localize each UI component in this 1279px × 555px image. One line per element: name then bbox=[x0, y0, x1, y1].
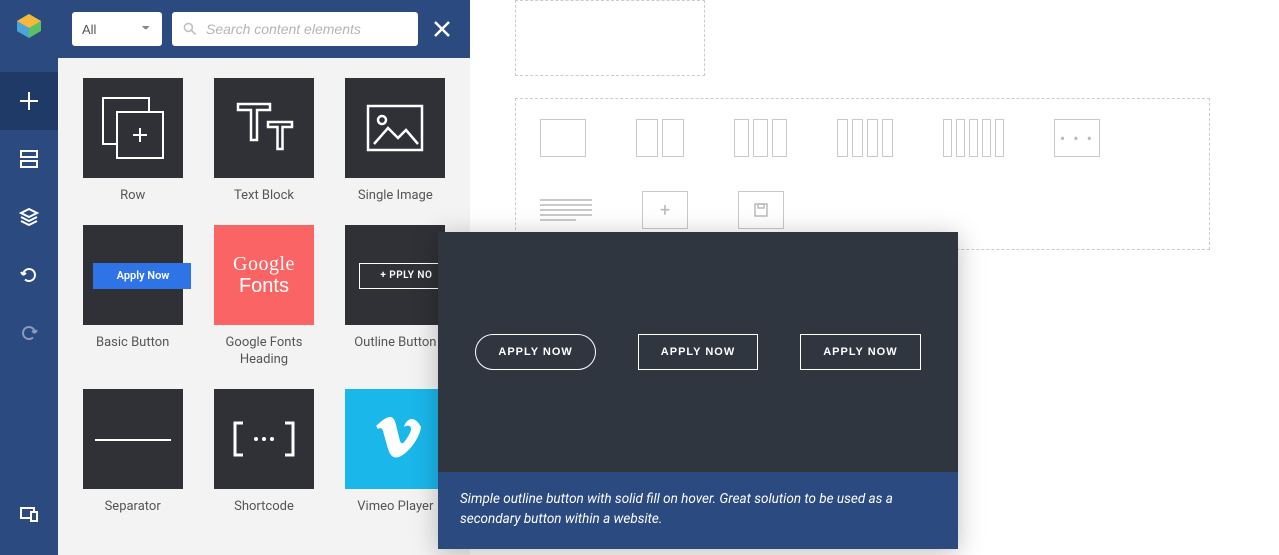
element-separator[interactable]: Separator bbox=[74, 389, 191, 516]
element-google-fonts-heading[interactable]: Google Fonts Google Fonts Heading bbox=[205, 225, 322, 369]
close-panel-button[interactable] bbox=[428, 15, 456, 43]
element-single-image[interactable]: Single Image bbox=[337, 78, 454, 205]
element-outline-button-thumb: +PPLY NO bbox=[345, 225, 445, 325]
element-single-image-thumb bbox=[345, 78, 445, 178]
category-filter[interactable]: All bbox=[72, 12, 162, 46]
element-basic-button-label: Basic Button bbox=[96, 335, 169, 352]
preview-button-square-2[interactable]: APPLY NOW bbox=[800, 334, 920, 370]
element-text-block-thumb bbox=[214, 78, 314, 178]
templates-button[interactable] bbox=[0, 130, 58, 188]
element-vimeo-thumb bbox=[345, 389, 445, 489]
element-row-label: Row bbox=[120, 188, 145, 205]
element-outline-button-label: Outline Button bbox=[354, 335, 436, 352]
redo-icon bbox=[19, 323, 39, 343]
layout-template[interactable] bbox=[738, 191, 784, 229]
elements-panel: All Row Text Block bbox=[58, 0, 470, 555]
element-single-image-label: Single Image bbox=[358, 188, 433, 205]
redo-button[interactable] bbox=[0, 304, 58, 362]
row-layout-chooser: • • • + bbox=[515, 98, 1210, 250]
layers-button[interactable] bbox=[0, 188, 58, 246]
layout-3col[interactable] bbox=[734, 119, 787, 157]
element-row-thumb bbox=[83, 78, 183, 178]
add-element-button[interactable] bbox=[0, 72, 58, 130]
element-vimeo-player[interactable]: Vimeo Player bbox=[337, 389, 454, 516]
gfonts-line1: Google bbox=[233, 253, 295, 275]
app-logo bbox=[13, 10, 45, 42]
element-vimeo-label: Vimeo Player bbox=[357, 499, 433, 516]
gfonts-line2: Fonts bbox=[239, 275, 289, 297]
element-text-block[interactable]: Text Block bbox=[205, 78, 322, 205]
close-icon bbox=[433, 20, 451, 38]
layout-add[interactable]: + bbox=[642, 191, 688, 229]
preview-body: APPLY NOW APPLY NOW APPLY NOW bbox=[438, 232, 958, 472]
element-outline-button[interactable]: +PPLY NO Outline Button bbox=[337, 225, 454, 369]
element-shortcode-label: Shortcode bbox=[234, 499, 294, 516]
layout-2col[interactable] bbox=[636, 119, 684, 157]
element-shortcode[interactable]: Shortcode bbox=[205, 389, 322, 516]
preview-button-square-1[interactable]: APPLY NOW bbox=[638, 334, 758, 370]
layout-custom[interactable]: • • • bbox=[1054, 119, 1100, 157]
element-basic-button[interactable]: Apply Now Basic Button bbox=[74, 225, 191, 369]
existing-row-placeholder[interactable] bbox=[515, 0, 705, 76]
preview-button-rounded[interactable]: APPLY NOW bbox=[475, 334, 595, 370]
layout-5col[interactable] bbox=[943, 119, 1004, 157]
element-preview-popup: APPLY NOW APPLY NOW APPLY NOW Simple out… bbox=[438, 232, 958, 549]
element-text-block-label: Text Block bbox=[234, 188, 294, 205]
outline-button-preview-label: PPLY NO bbox=[389, 270, 432, 281]
panel-header: All bbox=[58, 0, 470, 58]
element-basic-button-thumb: Apply Now bbox=[83, 225, 183, 325]
element-gfonts-thumb: Google Fonts bbox=[214, 225, 314, 325]
layout-1col[interactable] bbox=[540, 119, 586, 157]
responsive-button[interactable] bbox=[0, 485, 58, 543]
undo-icon bbox=[19, 265, 39, 285]
devices-icon bbox=[19, 504, 39, 524]
preview-description: Simple outline button with solid fill on… bbox=[438, 472, 958, 549]
left-rail bbox=[0, 0, 58, 555]
layout-text[interactable] bbox=[540, 191, 592, 229]
search-icon bbox=[182, 21, 198, 37]
layers-icon bbox=[19, 207, 39, 227]
search-input[interactable] bbox=[206, 21, 408, 37]
search-wrap bbox=[172, 12, 418, 46]
elements-grid: Row Text Block Single Image Apply Now Ba… bbox=[58, 58, 470, 536]
element-shortcode-thumb bbox=[214, 389, 314, 489]
element-gfonts-label: Google Fonts Heading bbox=[209, 335, 319, 369]
basic-button-preview-label: Apply Now bbox=[93, 263, 191, 289]
element-separator-label: Separator bbox=[105, 499, 161, 516]
undo-button[interactable] bbox=[0, 246, 58, 304]
plus-icon bbox=[19, 91, 39, 111]
template-icon bbox=[19, 149, 39, 169]
element-row[interactable]: Row bbox=[74, 78, 191, 205]
layout-4col[interactable] bbox=[837, 119, 893, 157]
element-separator-thumb bbox=[83, 389, 183, 489]
